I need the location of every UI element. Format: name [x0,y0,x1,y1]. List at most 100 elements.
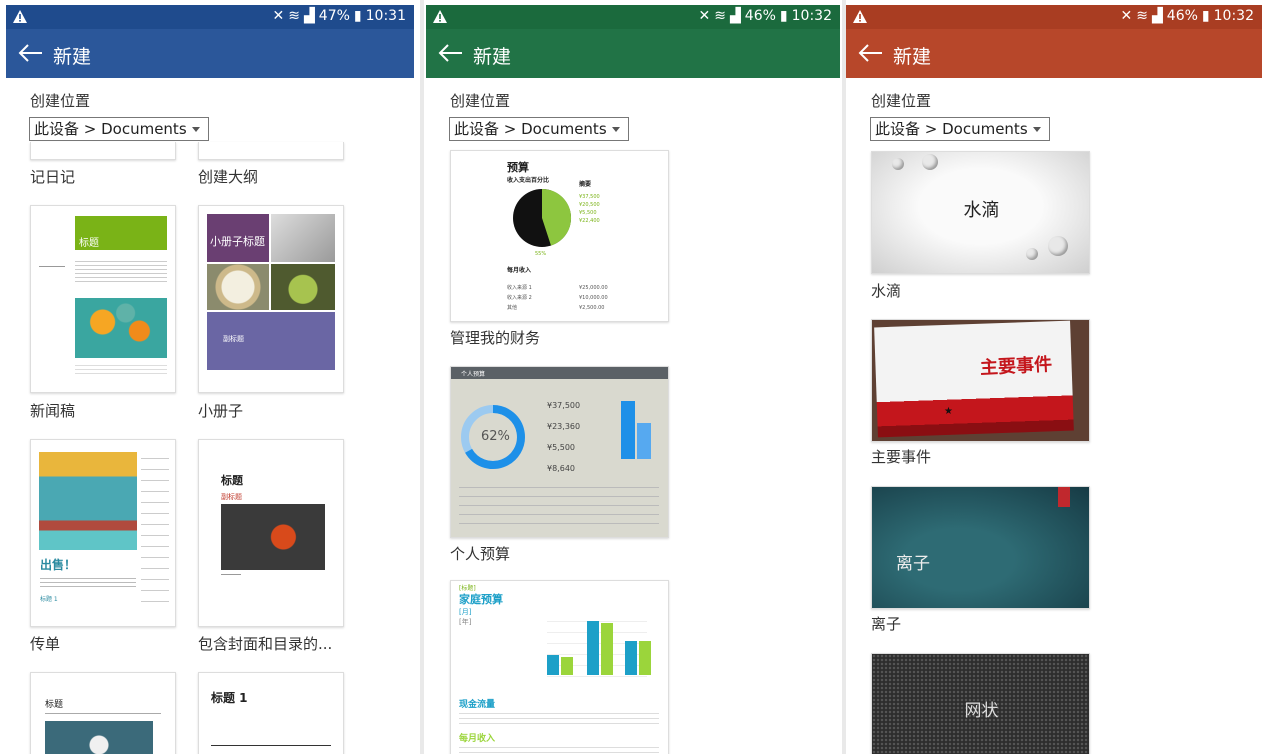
template-tile-outline[interactable] [198,142,344,160]
template-tile-finance[interactable]: 预算 收入支出百分比 55% 摘要 ¥37,500 ¥20,500 ¥5,500… [450,150,669,322]
location-label: 创建位置 [871,92,932,110]
wifi-icon: ≋ [288,8,301,24]
thumb-title: 标题 1 [211,691,248,705]
template-label: 传单 [30,635,61,653]
warning-icon [433,10,447,23]
thumb-subtitle: 副标题 [223,335,244,343]
thumb-bar-income [621,401,635,459]
thumb-summary-label: 摘要 [579,181,592,188]
star-icon: ★ [944,406,953,417]
template-label: 个人预算 [450,545,511,563]
app-bar: 新建 [846,29,1262,78]
thumb-income-rows: 收入来源 1 ¥25,000.00 收入来源 2 ¥10,000.00 其他 ¥2,5… [507,285,608,311]
battery-icon: ▮ [1201,8,1210,24]
back-arrow-icon[interactable] [858,43,884,63]
thumb-pie-chart [513,188,572,247]
thumb-title: 标题 [45,700,64,710]
thumb-bar-expense [637,423,651,459]
thumb-title: 网状 [964,701,999,721]
template-tile-report-photo[interactable]: 标题 [30,672,176,754]
status-bar: ✕ ≋ ▟ 46% ▮ 10:32 [426,5,840,29]
warning-icon [853,10,867,23]
page-title: 新建 [53,46,92,68]
template-tile-ion[interactable]: 离子 [871,486,1090,609]
app-bar: 新建 [426,29,840,78]
location-label: 创建位置 [30,92,91,110]
template-label: 离子 [871,615,902,633]
thumb-photo-otter [45,721,153,754]
thumb-slide [874,320,1074,438]
thumb-photo-leaf [221,504,325,570]
warning-icon [13,10,27,23]
thumb-donut-pct: 62% [481,429,510,444]
clock: 10:32 [791,8,832,24]
thumb-photo-room [271,214,335,262]
page-title: 新建 [473,46,512,68]
location-select[interactable]: 此设备 > Documents [29,117,209,141]
page-title: 新建 [893,46,932,68]
app-bar: 新建 [6,29,414,78]
location-value: 此设备 > Documents [454,120,607,138]
template-label: 主要事件 [871,448,932,466]
template-label: 创建大纲 [198,168,259,186]
thumb-table [459,479,659,529]
mute-icon: ✕ [698,8,711,24]
template-tile-personal-budget[interactable]: 个人预算 62% ¥37,500 ¥23,360 ¥5,500 ¥8,640 [450,366,669,538]
thumb-photo-apricots [75,298,167,358]
template-label: 新闻稿 [30,402,76,420]
thumb-title: 主要事件 [979,354,1053,379]
thumb-header: 个人预算 [461,371,486,378]
thumb-month: [月] [459,608,472,616]
thumb-title: 离子 [896,554,930,574]
location-select[interactable]: 此设备 > Documents [870,117,1050,141]
location-value: 此设备 > Documents [34,120,187,138]
location-value: 此设备 > Documents [875,120,1028,138]
excel-panel: ✕ ≋ ▟ 46% ▮ 10:32 新建 创建位置 此设备 > Document… [424,0,842,754]
thumb-bookmark [1058,487,1070,507]
template-tile-report[interactable]: 标题 副标题 [198,439,344,627]
signal-icon: ▟ [1152,8,1163,24]
back-arrow-icon[interactable] [438,43,464,63]
template-tile-brochure[interactable]: 小册子标题 副标题 [198,205,344,393]
word-panel: ✕ ≋ ▟ 47% ▮ 10:31 新建 创建位置 此设备 > Document… [0,0,420,754]
template-tile-family-budget[interactable]: [标题] 家庭预算 [月] [年] 现金流量 每月收入 [450,580,669,754]
status-bar: ✕ ≋ ▟ 46% ▮ 10:32 [846,5,1262,29]
signal-icon: ▟ [730,8,741,24]
location-label: 创建位置 [450,92,511,110]
battery-percent: 46% [1166,8,1198,24]
thumb-pct: 55% [535,251,547,257]
thumb-subtitle: 收入支出百分比 [507,177,550,184]
template-tile-journal[interactable] [30,142,176,160]
template-tile-heading[interactable]: 标题 1 [198,672,344,754]
template-tile-flyer[interactable]: 出售！ 标题 1 [30,439,176,627]
battery-percent: 46% [744,8,776,24]
battery-icon: ▮ [779,8,788,24]
status-bar: ✕ ≋ ▟ 47% ▮ 10:31 [6,5,414,29]
thumb-year: [年] [459,618,472,626]
location-select[interactable]: 此设备 > Documents [449,117,629,141]
template-label: 小册子 [198,402,244,420]
thumb-title: 出售！ [40,558,77,572]
template-tile-waterdrop[interactable]: 水滴 [871,151,1090,274]
dropdown-caret-icon [612,127,620,132]
template-label: 包含封面和目录的... [198,635,333,653]
dropdown-caret-icon [192,127,200,132]
thumb-title: 标题 [221,474,243,487]
battery-icon: ▮ [353,8,362,24]
back-arrow-icon[interactable] [18,43,44,63]
thumb-heading: 标题 1 [40,596,58,603]
mute-icon: ✕ [1120,8,1133,24]
thumb-title: 预算 [507,161,529,174]
thumb-summary-values: ¥37,500 ¥20,500 ¥5,500 ¥22,400 [579,194,600,224]
template-label: 管理我的财务 [450,329,541,347]
powerpoint-panel: ✕ ≋ ▟ 46% ▮ 10:32 新建 创建位置 此设备 > Document… [846,0,1266,754]
thumb-budget-values: ¥37,500 ¥23,360 ¥5,500 ¥8,640 [547,401,581,473]
thumb-text-lines [75,258,167,284]
template-tile-main-event[interactable]: 主要事件 ★ [871,319,1090,442]
template-tile-mesh[interactable]: 网状 [871,653,1090,754]
thumb-monthly: 每月收入 [507,267,532,274]
wifi-icon: ≋ [1136,8,1149,24]
battery-percent: 47% [318,8,350,24]
template-tile-newsletter[interactable]: 标题 [30,205,176,393]
template-label: 记日记 [30,168,76,186]
